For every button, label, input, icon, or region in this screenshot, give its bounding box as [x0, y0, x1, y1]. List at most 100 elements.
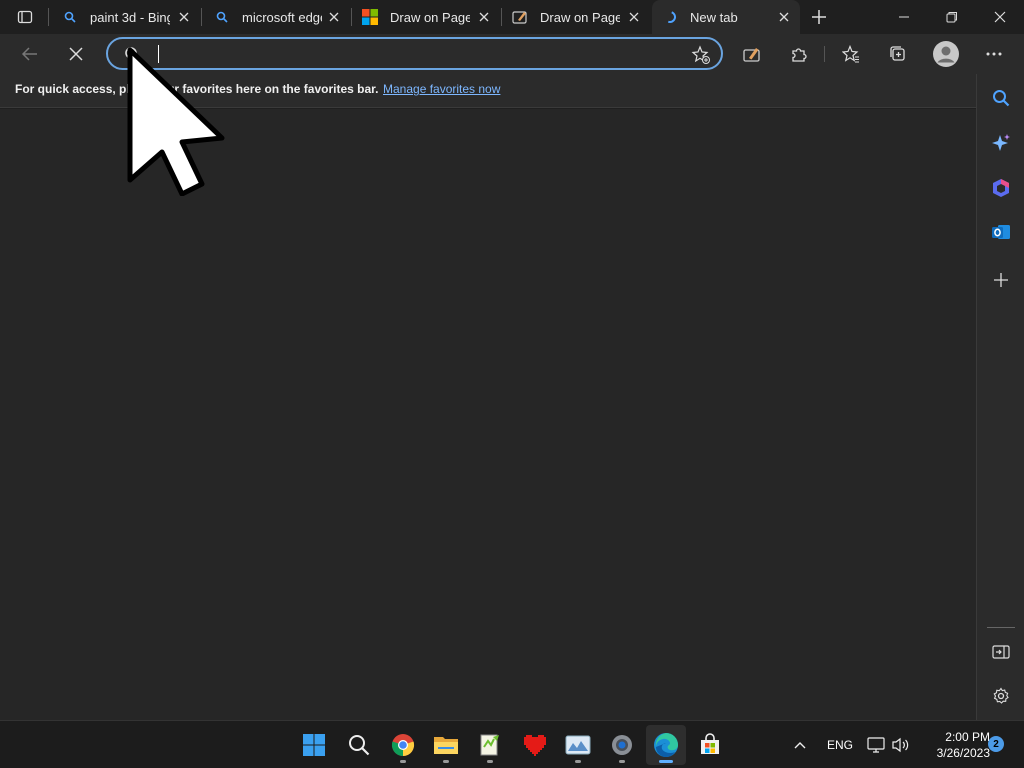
tab-title: New tab [690, 9, 738, 25]
close-tab-icon[interactable] [476, 9, 492, 25]
clock[interactable]: 2:00 PM 3/26/2023 [920, 729, 990, 761]
tab-draw-on-page-1[interactable]: Draw on Page [352, 0, 500, 34]
puzzle-icon [792, 48, 807, 62]
restore-icon [946, 12, 957, 23]
sidebar-office-button[interactable] [985, 172, 1017, 204]
volume-button[interactable] [889, 725, 913, 765]
close-icon [69, 47, 83, 61]
stop-loading-button[interactable] [60, 38, 92, 70]
store-icon [701, 733, 719, 754]
back-button[interactable] [14, 38, 46, 70]
tab-actions-button[interactable] [8, 4, 42, 30]
tab-new-tab[interactable]: New tab [652, 0, 800, 34]
chevron-up-icon [794, 742, 806, 749]
clock-date: 3/26/2023 [936, 746, 990, 760]
close-tab-icon[interactable] [326, 9, 342, 25]
network-button[interactable] [864, 725, 888, 765]
microsoft-logo-icon [362, 9, 378, 25]
tab-microsoft-edge[interactable]: microsoft edge [204, 0, 350, 34]
tab-title: Draw on Page [390, 9, 470, 25]
taskbar-chrome[interactable] [383, 725, 423, 765]
tab-paint-3d-bing[interactable]: paint 3d - Bing [52, 0, 200, 34]
close-tab-icon[interactable] [776, 9, 792, 25]
address-bar[interactable] [106, 37, 723, 70]
taskbar-settings[interactable] [602, 725, 642, 765]
favorites-bar-message: For quick access, place your favorites h… [15, 82, 379, 96]
avatar-icon [933, 41, 959, 67]
clock-time: 2:00 PM [945, 730, 990, 744]
more-icon [986, 52, 1002, 56]
text-caret [158, 45, 159, 63]
sidebar [976, 74, 1024, 720]
sidebar-search-button[interactable] [985, 82, 1017, 114]
windows-logo-icon [303, 734, 325, 756]
draw-extension-button[interactable] [736, 38, 768, 70]
taskbar-search-button[interactable] [339, 725, 379, 765]
page-content [0, 109, 976, 720]
add-favorite-icon[interactable] [691, 45, 711, 65]
gear-icon [993, 687, 1009, 704]
plus-icon [994, 273, 1008, 287]
sidebar-outlook-button[interactable] [985, 216, 1017, 248]
close-tab-icon[interactable] [626, 9, 642, 25]
notification-badge[interactable]: 2 [988, 736, 1004, 752]
gear-icon [612, 735, 632, 755]
collections-button[interactable] [882, 38, 914, 70]
manage-favorites-link[interactable]: Manage favorites now [383, 82, 500, 96]
running-indicator [619, 760, 625, 763]
office-icon [993, 179, 1009, 197]
loading-icon [662, 9, 678, 25]
favorites-button[interactable] [835, 38, 867, 70]
sidebar-discover-button[interactable] [985, 127, 1017, 159]
address-input[interactable] [152, 43, 672, 65]
draw-icon [743, 48, 760, 62]
sidebar-add-button[interactable] [985, 264, 1017, 296]
taskbar-edge[interactable] [646, 725, 686, 765]
settings-and-more-button[interactable] [978, 38, 1010, 70]
sparkle-icon [992, 134, 1010, 151]
start-button[interactable] [294, 725, 334, 765]
show-hidden-icons-button[interactable] [782, 725, 818, 765]
taskbar-notepad-plus[interactable] [470, 725, 510, 765]
taskbar-file-explorer[interactable] [426, 725, 466, 765]
hide-sidebar-button[interactable] [985, 636, 1017, 668]
close-tab-icon[interactable] [176, 9, 192, 25]
tab-actions-icon [17, 10, 33, 24]
favorites-icon [842, 45, 859, 63]
new-tab-button[interactable] [806, 4, 832, 30]
taskbar: ENG 2:00 PM 3/26/2023 2 [0, 720, 1024, 768]
folder-icon [434, 737, 458, 754]
active-indicator [659, 760, 673, 763]
running-indicator [443, 760, 449, 763]
hide-sidebar-icon [992, 645, 1010, 659]
navigation-toolbar [0, 34, 1024, 74]
sidebar-settings-button[interactable] [985, 680, 1017, 712]
draw-icon [512, 9, 528, 25]
chrome-icon [391, 734, 415, 757]
back-arrow-icon [21, 47, 37, 61]
extensions-button[interactable] [783, 38, 815, 70]
search-icon [993, 90, 1010, 107]
plus-icon [812, 10, 826, 24]
taskbar-heart-app[interactable] [515, 725, 555, 765]
heart-icon [524, 735, 546, 756]
running-indicator [575, 760, 581, 763]
running-indicator [400, 760, 406, 763]
taskbar-photos[interactable] [558, 725, 598, 765]
notepad-plus-icon [480, 734, 499, 756]
tab-draw-on-page-2[interactable]: Draw on Page [502, 0, 650, 34]
photos-icon [565, 735, 591, 755]
collections-icon [890, 46, 905, 61]
close-window-button[interactable] [976, 0, 1024, 34]
close-icon [994, 11, 1006, 23]
toolbar-divider [824, 46, 825, 62]
profile-button[interactable] [930, 38, 962, 70]
minimize-button[interactable] [880, 0, 928, 34]
language-indicator[interactable]: ENG [827, 738, 853, 752]
running-indicator [487, 760, 493, 763]
search-icon [62, 9, 78, 25]
search-icon [349, 735, 370, 756]
taskbar-store[interactable] [690, 725, 730, 765]
restore-button[interactable] [928, 0, 976, 34]
tab-title: paint 3d - Bing [90, 9, 170, 25]
